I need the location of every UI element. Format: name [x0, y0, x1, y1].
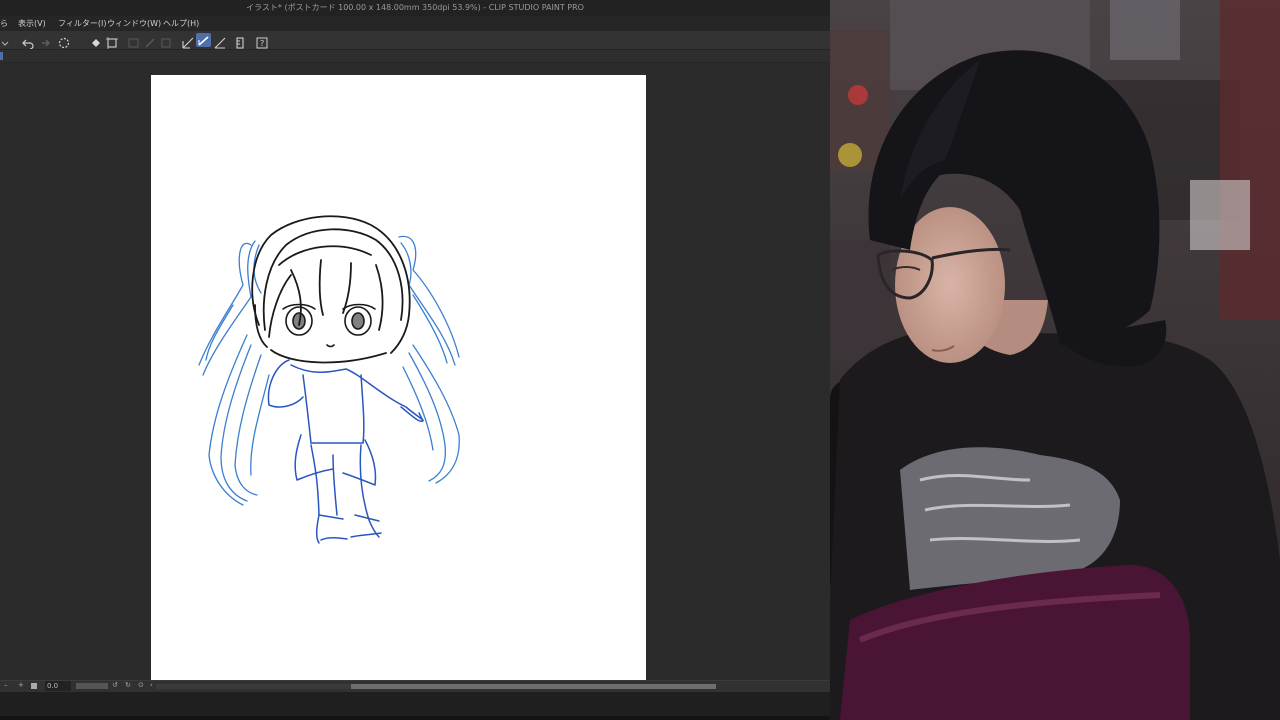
webcam-image — [830, 0, 1280, 720]
rotate-right-icon[interactable]: ↻ — [125, 681, 131, 689]
zoom-in-icon[interactable]: + — [18, 681, 24, 689]
zoom-slider[interactable] — [76, 683, 108, 689]
stream-bottom-border — [0, 716, 830, 720]
menu-item-partial[interactable]: ら — [0, 16, 8, 31]
body-sketch — [267, 359, 424, 544]
ruler-icon[interactable] — [234, 34, 246, 49]
crop-icon[interactable] — [160, 34, 172, 48]
sketch-drawing — [198, 215, 460, 544]
help-icon[interactable]: ? — [256, 34, 268, 49]
command-bar: ? — [0, 31, 830, 50]
zoom-out-icon[interactable]: – — [4, 681, 8, 689]
menu-item-help[interactable]: ヘルプ(H) — [163, 16, 199, 31]
menu-item-window[interactable]: ウィンドウ(W) — [107, 16, 161, 31]
clear-icon[interactable] — [128, 34, 140, 48]
window-title: イラスト* (ポストカード 100.00 x 148.00mm 350dpi 5… — [246, 3, 584, 12]
right-twintail-sketch — [398, 235, 460, 484]
svg-text:?: ? — [260, 39, 264, 48]
reset-rotation-icon[interactable]: ⊙ — [138, 681, 144, 689]
horizontal-scrollbar[interactable] — [156, 684, 716, 689]
cut-icon[interactable] — [144, 34, 156, 48]
vector-pen-icon[interactable] — [196, 33, 211, 47]
loading-icon[interactable] — [58, 34, 70, 49]
window-title-bar: イラスト* (ポストカード 100.00 x 148.00mm 350dpi 5… — [0, 0, 830, 16]
head-sketch — [251, 215, 411, 364]
fill-icon[interactable] — [90, 34, 102, 47]
chevron-down-icon[interactable] — [0, 34, 10, 46]
clip-studio-window: イラスト* (ポストカード 100.00 x 148.00mm 350dpi 5… — [0, 0, 830, 720]
drawing-canvas[interactable] — [151, 75, 646, 681]
menu-item-filter[interactable]: フィルター(I) — [58, 16, 106, 31]
transform-icon[interactable] — [106, 34, 118, 49]
left-twintail-sketch — [198, 240, 270, 506]
webcam-feed — [830, 0, 1280, 720]
rotate-left-icon[interactable]: ↺ — [112, 681, 118, 689]
scrollbar-thumb[interactable] — [351, 684, 716, 689]
eyes-sketch — [282, 303, 376, 348]
status-bar: – + 0.0 ↺ ↻ ⊙ ‹ — [0, 680, 830, 692]
redo-icon[interactable] — [38, 34, 50, 47]
scroll-left-icon[interactable]: ‹ — [150, 681, 153, 689]
tool-property-bar — [0, 50, 830, 63]
fit-icon[interactable] — [31, 683, 37, 689]
pen-pressure-icon[interactable] — [182, 34, 194, 49]
straight-line-icon[interactable] — [214, 34, 226, 49]
menu-bar: ら 表示(V) フィルター(I) ウィンドウ(W) ヘルプ(H) — [0, 16, 830, 31]
active-indicator — [0, 52, 3, 60]
zoom-value[interactable]: 0.0 — [45, 681, 71, 691]
menu-item-view[interactable]: 表示(V) — [18, 16, 46, 31]
undo-icon[interactable] — [22, 34, 34, 50]
